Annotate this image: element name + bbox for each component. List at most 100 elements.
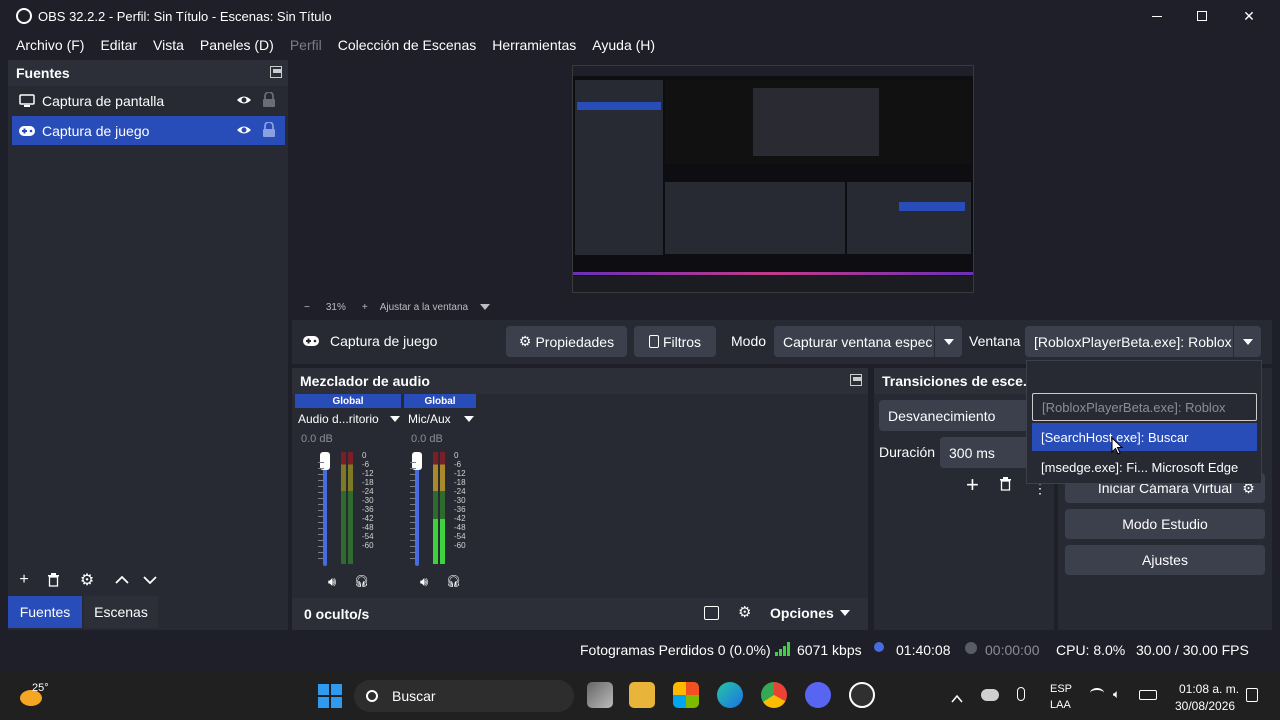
dropdown-option[interactable]: [RobloxPlayerBeta.exe]: Roblox [1032,393,1257,421]
dropped-frames: Fotogramas Perdidos 0 (0.0%) [580,642,771,658]
zoom-in-icon[interactable]: + [362,302,368,313]
duration-label: Duración [879,444,936,460]
undock-icon[interactable] [270,66,282,78]
speaker-icon[interactable]: 🔊︎ [420,574,428,590]
clock-time[interactable]: 01:08 a. m. [1179,682,1239,696]
menu-coleccion[interactable]: Colección de Escenas [330,37,485,53]
clock-date[interactable]: 30/08/2026 [1175,699,1235,713]
chevron-down-icon[interactable] [138,568,162,592]
filters-button[interactable]: Filtros [634,326,716,357]
menu-vista[interactable]: Vista [145,37,192,53]
cpu-usage: CPU: 8.0% [1056,642,1126,658]
chevron-down-icon [1233,326,1261,357]
edge-icon[interactable] [717,682,743,708]
source-label: Captura de juego [42,122,150,139]
window-select[interactable]: [RobloxPlayerBeta.exe]: Roblox [1025,326,1261,357]
fit-dropdown-icon[interactable] [480,302,491,313]
menu-ayuda[interactable]: Ayuda (H) [584,37,663,53]
start-icon[interactable] [318,684,342,708]
taskbar-search[interactable]: Buscar [354,680,574,712]
db-scale: 0 -6 -12 -18 -24 -30 -36 -42 -48 -54 -60 [362,451,374,550]
properties-button[interactable]: ⚙ Propiedades [506,326,627,357]
channel-header: Global [404,394,476,408]
menu-editar[interactable]: Editar [92,37,145,53]
lock-icon[interactable] [262,121,276,141]
menu-archivo[interactable]: Archivo (F) [8,37,92,53]
source-item-screen-capture[interactable]: Captura de pantalla [12,86,285,115]
zoom-out-icon[interactable]: − [304,302,310,313]
menu-bar: Archivo (F) Editar Vista Paneles (D) Per… [0,32,1280,58]
zoom-level: 31% [325,301,346,313]
record-icon [965,642,977,654]
undock-icon[interactable] [850,374,862,386]
gear-icon[interactable]: ⚙ [738,603,751,621]
chevron-down-icon [839,610,850,616]
minimize-icon [1152,15,1162,17]
mode-label: Modo [731,333,767,349]
microphone-icon[interactable] [1017,687,1025,701]
onedrive-icon[interactable] [981,689,999,701]
dropdown-option-highlighted[interactable]: [SearchHost.exe]: Buscar [1032,423,1257,451]
channel-name[interactable]: Mic/Aux [408,410,476,428]
headphones-icon[interactable]: 🎧︎ [446,574,461,588]
notifications-icon[interactable] [1246,688,1258,702]
tab-escenas[interactable]: Escenas [84,596,158,628]
gear-icon: ⚙ [518,333,532,349]
source-label: Captura de pantalla [42,92,165,109]
language-bottom[interactable]: LAA [1050,699,1071,711]
task-view-icon[interactable] [587,682,613,708]
chrome-icon[interactable] [761,682,787,708]
preview-area[interactable] [296,60,1252,298]
minimize-button[interactable] [1134,0,1180,32]
eye-icon[interactable] [236,92,252,111]
eye-icon[interactable] [236,122,252,141]
record-time: 00:00:00 [985,642,1040,658]
channel-name[interactable]: Audio d...ritorio [298,410,402,428]
signal-icon [775,642,791,656]
tab-fuentes[interactable]: Fuentes [8,596,82,628]
fit-to-window[interactable]: Ajustar a la ventana [380,302,468,313]
source-item-game-capture[interactable]: Captura de juego [12,116,285,145]
chevron-up-icon[interactable] [951,690,963,706]
duration-input[interactable]: 300 ms [940,437,1031,468]
chevron-up-icon[interactable] [110,568,134,592]
sources-dock-title: Fuentes [8,60,288,86]
mode-select[interactable]: Capturar ventana especí [774,326,962,357]
channel-db: 0.0 dB [301,433,333,445]
mouse-cursor-icon [1111,436,1124,458]
obs-icon[interactable] [849,682,875,708]
file-explorer-icon[interactable] [629,682,655,708]
transitions-title: Transiciones de esce... [882,373,1035,389]
menu-paneles[interactable]: Paneles (D) [192,37,282,53]
menu-herramientas[interactable]: Herramientas [484,37,584,53]
obs-logo-icon [16,8,32,24]
studio-mode-button[interactable]: Modo Estudio [1065,509,1265,539]
gamepad-icon [18,122,36,140]
wifi-icon[interactable] [1090,688,1104,698]
dropdown-option[interactable]: [msedge.exe]: Fi... Microsoft Edge [1032,453,1257,481]
lock-icon[interactable] [262,91,276,111]
layout-icon[interactable] [704,606,719,620]
menu-perfil[interactable]: Perfil [282,37,330,53]
slider-ticks [318,462,324,564]
channel-header: Global [295,394,401,408]
add-icon[interactable]: + [966,472,979,498]
trash-icon[interactable] [999,477,1012,494]
headphones-icon[interactable]: 🎧︎ [354,574,369,588]
volume-icon[interactable]: 🔈︎ [1113,687,1120,702]
maximize-button[interactable] [1179,0,1225,32]
store-icon[interactable] [673,682,699,708]
language-top[interactable]: ESP [1050,683,1072,695]
mixer-options-button[interactable]: Opciones [770,605,850,621]
gear-icon[interactable]: ⚙ [75,568,99,592]
transition-select[interactable]: Desvanecimiento [879,400,1031,431]
speaker-icon[interactable]: 🔊︎ [328,574,336,590]
discord-icon[interactable] [805,682,831,708]
settings-button[interactable]: Ajustes [1065,545,1265,575]
preview-canvas [572,65,974,293]
battery-icon[interactable] [1139,690,1157,700]
add-icon[interactable]: + [12,568,36,592]
maximize-icon [1197,11,1207,21]
close-button[interactable]: ✕ [1226,0,1272,32]
trash-icon[interactable] [41,568,65,592]
